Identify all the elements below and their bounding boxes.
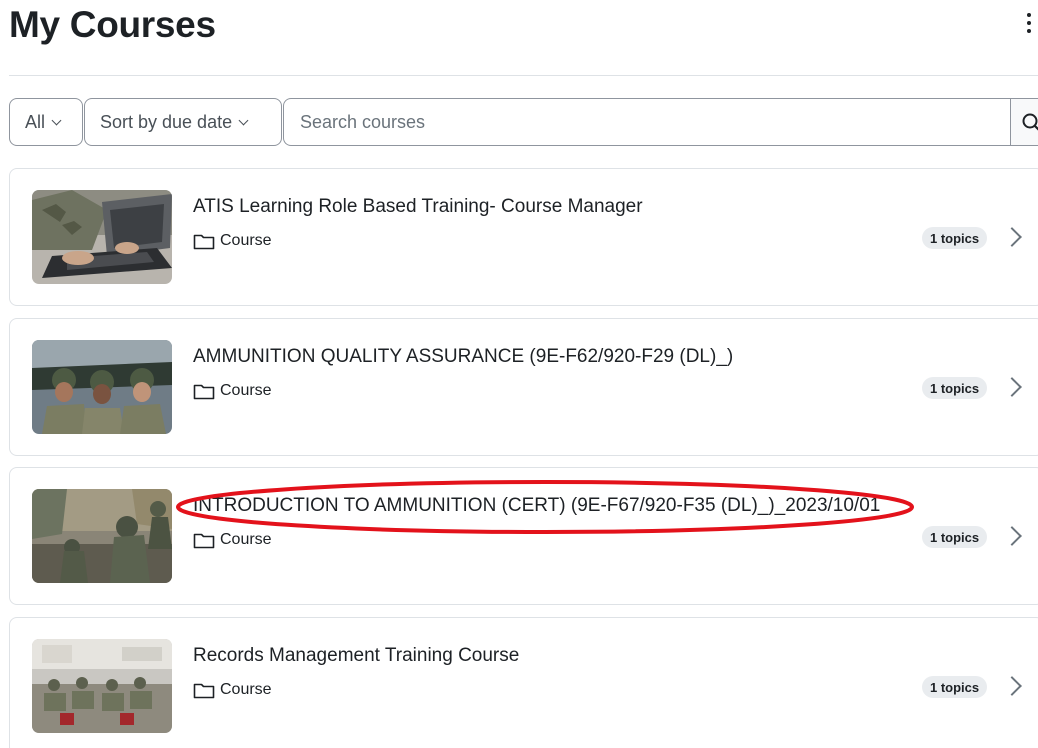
course-category-label: Course bbox=[220, 531, 272, 548]
course-category-label: Course bbox=[220, 232, 272, 249]
course-name-link[interactable]: ATIS Learning Role Based Training- Cours… bbox=[193, 196, 643, 218]
more-actions-icon[interactable] bbox=[1022, 12, 1036, 34]
course-card[interactable]: ATIS Learning Role Based Training- Cours… bbox=[9, 168, 1038, 306]
chevron-right-icon[interactable] bbox=[1002, 526, 1022, 546]
course-category: Course bbox=[193, 529, 272, 551]
course-category: Course bbox=[193, 230, 272, 252]
topics-badge: 1 topics bbox=[922, 676, 988, 698]
search-icon bbox=[1022, 113, 1038, 131]
chevron-down-icon bbox=[51, 115, 62, 125]
course-category-label: Course bbox=[220, 382, 272, 399]
folder-icon bbox=[193, 384, 215, 399]
search-input[interactable] bbox=[284, 99, 1010, 145]
folder-icon bbox=[193, 533, 215, 548]
course-category: Course bbox=[193, 679, 272, 701]
course-card[interactable]: AMMUNITION QUALITY ASSURANCE (9E-F62/920… bbox=[9, 318, 1038, 456]
grouping-dropdown-label: All bbox=[25, 111, 46, 132]
course-image bbox=[32, 489, 172, 583]
course-filter-bar: All Sort by due date bbox=[9, 98, 1038, 146]
folder-icon bbox=[193, 234, 215, 249]
course-image bbox=[32, 190, 172, 284]
course-image bbox=[32, 340, 172, 434]
course-name-link[interactable]: Records Management Training Course bbox=[193, 645, 519, 667]
course-category-label: Course bbox=[220, 681, 272, 698]
divider bbox=[9, 75, 1038, 76]
chevron-right-icon[interactable] bbox=[1002, 676, 1022, 696]
page-title: My Courses bbox=[9, 4, 216, 45]
chevron-right-icon[interactable] bbox=[1002, 377, 1022, 397]
course-name-link[interactable]: INTRODUCTION TO AMMUNITION (CERT) (9E-F6… bbox=[193, 495, 880, 517]
course-image bbox=[32, 639, 172, 733]
grouping-dropdown[interactable]: All bbox=[9, 98, 83, 146]
folder-icon bbox=[193, 683, 215, 698]
course-card[interactable]: Records Management Training Course Cours… bbox=[9, 617, 1038, 748]
sort-dropdown-label: Sort by due date bbox=[100, 111, 233, 132]
topics-badge: 1 topics bbox=[922, 377, 988, 399]
course-card[interactable]: INTRODUCTION TO AMMUNITION (CERT) (9E-F6… bbox=[9, 467, 1038, 605]
course-name-link[interactable]: AMMUNITION QUALITY ASSURANCE (9E-F62/920… bbox=[193, 346, 733, 368]
sort-dropdown[interactable]: Sort by due date bbox=[84, 98, 282, 146]
chevron-right-icon[interactable] bbox=[1002, 227, 1022, 247]
my-courses-page: My Courses All Sort by due date Search c… bbox=[0, 0, 1038, 748]
topics-badge: 1 topics bbox=[922, 227, 988, 249]
chevron-down-icon bbox=[238, 115, 249, 125]
search-button[interactable] bbox=[1010, 98, 1038, 146]
topics-badge: 1 topics bbox=[922, 526, 988, 548]
search-box bbox=[283, 98, 1038, 146]
course-category: Course bbox=[193, 380, 272, 402]
